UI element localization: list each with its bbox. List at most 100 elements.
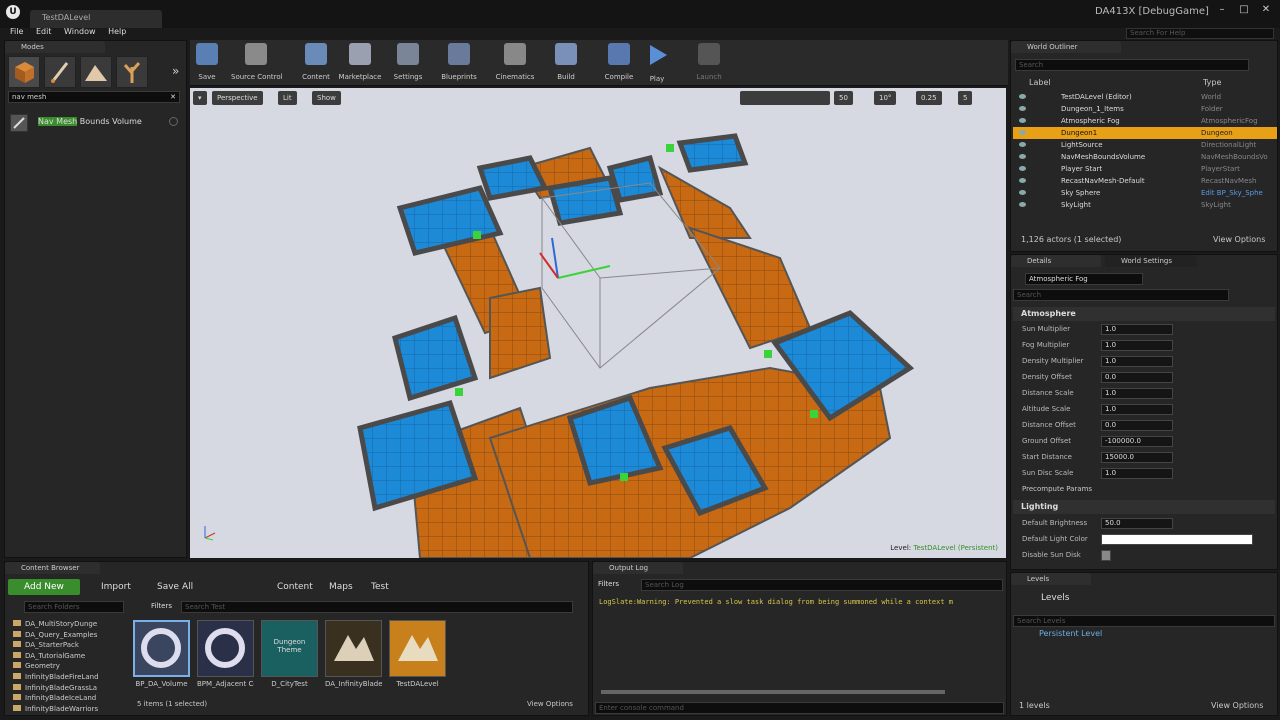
path-maps[interactable]: Maps — [329, 582, 353, 592]
log-search-input[interactable]: Search Log — [641, 579, 1003, 591]
eye-icon[interactable] — [1019, 106, 1026, 111]
info-icon[interactable] — [169, 117, 178, 126]
asset-bp-da-volume[interactable]: BP_DA_Volume — [133, 620, 190, 694]
import-button[interactable]: Import — [101, 582, 131, 592]
property-value-field[interactable]: 15000.0 — [1101, 452, 1173, 463]
camera-speed-value[interactable]: 5 — [958, 91, 973, 105]
precompute-params[interactable]: Precompute Params — [1022, 485, 1092, 493]
add-new-button[interactable]: Add New — [8, 579, 80, 595]
outliner-row[interactable]: Atmospheric Fog AtmosphericFog — [1013, 115, 1277, 127]
world-settings-tab[interactable]: World Settings — [1105, 255, 1197, 267]
outliner-row[interactable]: RecastNavMesh-Default RecastNavMesh — [1013, 175, 1277, 187]
details-tab[interactable]: Details — [1011, 255, 1101, 267]
search-folders-input[interactable]: Search Folders — [24, 601, 124, 613]
levels-tab[interactable]: Levels — [1011, 573, 1091, 585]
property-value-field[interactable]: 1.0 — [1101, 388, 1173, 399]
outliner-view-options[interactable]: View Options — [1213, 235, 1265, 244]
transform-tools[interactable] — [740, 91, 830, 105]
log-filters-button[interactable]: Filters — [598, 580, 619, 588]
menu-edit[interactable]: Edit — [36, 27, 52, 36]
outliner-row[interactable]: TestDALevel (Editor) World — [1013, 91, 1277, 103]
property-value-field[interactable]: 1.0 — [1101, 324, 1173, 335]
console-input[interactable]: Enter console command — [595, 702, 1004, 714]
property-value-field[interactable]: -100000.0 — [1101, 436, 1173, 447]
eye-icon[interactable] — [1019, 94, 1026, 99]
launch-button[interactable]: Launch — [685, 43, 733, 83]
asset-da-infinityblade[interactable]: DA_InfinityBlade — [325, 620, 382, 694]
property-value-field[interactable]: 1.0 — [1101, 340, 1173, 351]
persistent-level-item[interactable]: Persistent Level — [1039, 629, 1102, 638]
minimize-icon[interactable]: – — [1215, 4, 1229, 16]
close-icon[interactable]: ✕ — [1259, 4, 1273, 16]
save-all-button[interactable]: Save All — [157, 582, 193, 592]
folder-item[interactable]: InfinityBladeFireLand — [13, 672, 123, 682]
eye-icon[interactable] — [1019, 142, 1026, 147]
blueprints-button[interactable]: Blueprints — [435, 43, 483, 83]
rotation-snap-value[interactable]: 10° — [874, 91, 897, 105]
save-button[interactable]: Save — [183, 43, 231, 83]
property-value-field[interactable]: 1.0 — [1101, 356, 1173, 367]
eye-icon[interactable] — [1019, 166, 1026, 171]
filters-button[interactable]: Filters — [151, 602, 172, 610]
eye-icon[interactable] — [1019, 178, 1026, 183]
play-button[interactable]: Play — [633, 43, 681, 83]
asset-d-citytest[interactable]: Dungeon Theme D_CityTest — [261, 620, 318, 694]
content-button[interactable]: Content — [292, 43, 340, 83]
place-mode-icon[interactable] — [8, 56, 40, 88]
viewport-menu-button[interactable]: ▾ — [193, 91, 207, 105]
marketplace-button[interactable]: Marketplace — [336, 43, 384, 83]
folder-item[interactable]: DA_TutorialGame — [13, 651, 123, 661]
clear-search-icon[interactable]: ✕ — [170, 92, 176, 103]
col-label[interactable]: Label — [1029, 78, 1051, 87]
outliner-row[interactable]: Sky Sphere Edit BP_Sky_Sphe — [1013, 187, 1277, 199]
source-control-button[interactable]: Source Control — [231, 43, 283, 83]
levels-search-input[interactable]: Search Levels — [1013, 615, 1275, 627]
world-outliner-tab[interactable]: World Outliner — [1011, 41, 1121, 53]
help-search-input[interactable]: Search For Help — [1126, 28, 1274, 39]
path-test[interactable]: Test — [371, 582, 389, 592]
nav-mesh-bounds-volume-item[interactable]: Nav Mesh Bounds Volume — [10, 114, 180, 132]
outliner-row[interactable]: SkyLight SkyLight — [1013, 199, 1277, 211]
eye-icon[interactable] — [1019, 190, 1026, 195]
settings-button[interactable]: Settings — [384, 43, 432, 83]
modes-search-input[interactable]: nav mesh ✕ — [8, 91, 180, 103]
asset-testdalevel[interactable]: TestDALevel — [389, 620, 446, 694]
folder-item[interactable]: DA_StarterPack — [13, 640, 123, 650]
property-value-field[interactable]: 0.0 — [1101, 420, 1173, 431]
object-name-field[interactable]: Atmospheric Fog — [1025, 273, 1143, 285]
menu-window[interactable]: Window — [64, 27, 96, 36]
asset-bpm-adjacent[interactable]: BPM_Adjacent CellEmitter Coo — [197, 620, 254, 694]
folder-item[interactable]: DA_MultiStoryDunge — [13, 619, 123, 629]
levels-header[interactable]: Levels — [1041, 593, 1069, 603]
level-viewport[interactable]: ▾ Perspective Lit Show 50 10° 0.25 5 Lev… — [190, 88, 1006, 558]
folder-item[interactable]: Geometry — [13, 661, 123, 671]
eye-icon[interactable] — [1019, 130, 1026, 135]
atmosphere-category[interactable]: Atmosphere — [1013, 307, 1275, 321]
light-color-swatch[interactable] — [1101, 534, 1253, 545]
folder-item[interactable]: DA_Query_Examples — [13, 630, 123, 640]
landscape-mode-icon[interactable] — [80, 56, 112, 88]
outliner-row[interactable]: Player Start PlayerStart — [1013, 163, 1277, 175]
show-button[interactable]: Show — [312, 91, 341, 105]
property-value-field[interactable]: 1.0 — [1101, 468, 1173, 479]
outliner-row[interactable]: Dungeon1 Dungeon — [1013, 127, 1277, 139]
outliner-row[interactable]: Dungeon_1_Items Folder — [1013, 103, 1277, 115]
default-brightness-field[interactable]: 50.0 — [1101, 518, 1173, 529]
level-tab[interactable]: TestDALevel — [30, 10, 162, 28]
perspective-button[interactable]: Perspective — [212, 91, 263, 105]
folder-item[interactable]: InfinityBladeIceLand — [13, 693, 123, 703]
eye-icon[interactable] — [1019, 118, 1026, 123]
cinematics-button[interactable]: Cinematics — [491, 43, 539, 83]
lighting-category[interactable]: Lighting — [1013, 500, 1275, 514]
build-button[interactable]: Build — [542, 43, 590, 83]
property-value-field[interactable]: 0.0 — [1101, 372, 1173, 383]
eye-icon[interactable] — [1019, 154, 1026, 159]
outliner-row[interactable]: NavMeshBoundsVolume NavMeshBoundsVo — [1013, 151, 1277, 163]
col-type[interactable]: Type — [1203, 78, 1221, 87]
property-value-field[interactable]: 1.0 — [1101, 404, 1173, 415]
content-view-options[interactable]: View Options — [527, 700, 573, 708]
content-search-input[interactable]: Search Test — [181, 601, 573, 613]
outliner-row[interactable]: LightSource DirectionalLight — [1013, 139, 1277, 151]
disable-sun-disk-checkbox[interactable] — [1101, 550, 1111, 561]
folder-item[interactable]: InfinityBladeGrassLa — [13, 683, 123, 693]
